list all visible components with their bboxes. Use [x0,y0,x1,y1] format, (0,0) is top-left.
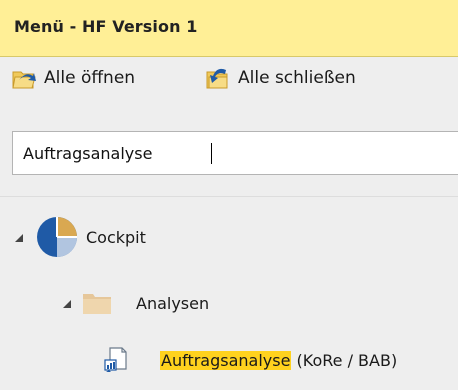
cockpit-pie-icon [34,214,80,260]
expand-triangle-icon[interactable] [12,230,26,244]
folder-close-arrow-icon [204,64,232,92]
search-match-highlight: Auftragsanalyse [160,350,292,370]
close-all-button[interactable]: Alle schließen [204,64,356,92]
folder-icon [82,291,112,315]
text-caret [211,143,212,164]
open-all-label: Alle öffnen [44,68,136,88]
folder-open-arrow-icon [10,64,38,92]
expand-triangle-icon[interactable] [60,296,74,310]
search-input[interactable] [13,132,458,174]
panel-title: Menü - HF Version 1 [14,17,198,36]
search-box [12,131,458,175]
menu-panel: Menü - HF Version 1 Alle öffnen Alle sch… [0,0,458,389]
tree-node-analysen-label: Analysen [136,293,210,313]
tree-node-analysen[interactable]: Analysen [60,286,209,320]
report-icon [104,347,128,373]
tree-node-auftragsanalyse-label: Auftragsanalyse (KoRe / BAB) [160,350,398,370]
tree-node-auftragsanalyse-suffix: (KoRe / BAB) [291,350,398,370]
close-all-label: Alle schließen [238,68,356,88]
open-all-button[interactable]: Alle öffnen [10,64,135,92]
tree-node-cockpit[interactable]: Cockpit [12,213,146,261]
panel-title-bar: Menü - HF Version 1 [0,0,458,57]
tree-node-auftragsanalyse[interactable]: Auftragsanalyse (KoRe / BAB) [104,345,397,375]
tree-node-cockpit-label: Cockpit [86,227,146,247]
